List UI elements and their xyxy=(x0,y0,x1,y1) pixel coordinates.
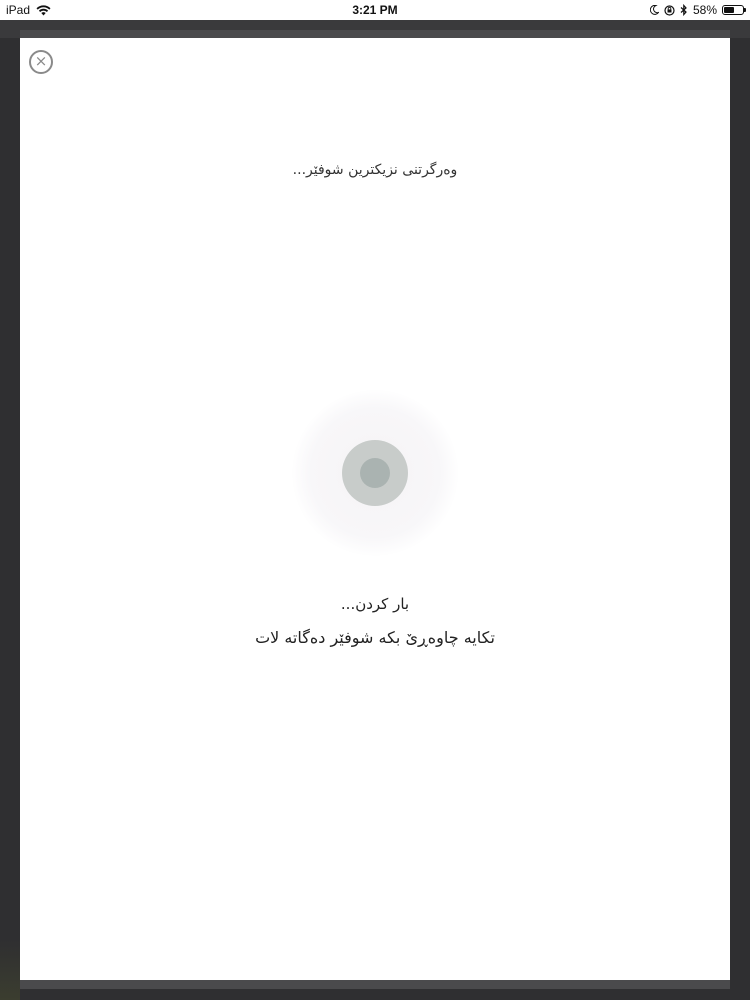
loading-text: بار کردن... xyxy=(340,595,410,613)
bluetooth-icon xyxy=(680,4,687,16)
status-bar: iPad 3:21 PM 58% xyxy=(0,0,750,20)
backdrop-top xyxy=(0,20,750,38)
battery-fill xyxy=(724,7,735,13)
loading-spinner-inner xyxy=(360,458,390,488)
battery-icon xyxy=(722,5,746,15)
close-icon: × xyxy=(34,52,48,70)
close-button[interactable]: × xyxy=(29,50,53,74)
header-text: وەرگرتنی نزیکترین شوفێر... xyxy=(292,162,458,178)
orientation-lock-icon xyxy=(664,4,675,16)
backdrop-top-strip xyxy=(20,30,730,38)
backdrop-bottom-strip xyxy=(20,980,730,989)
status-time: 3:21 PM xyxy=(352,3,398,17)
driver-search-modal: × وەرگرتنی نزیکترین شوفێر... بار کردن...… xyxy=(20,38,730,980)
status-right: 58% xyxy=(649,3,746,17)
moon-icon xyxy=(649,5,659,15)
wait-message: تکایە چاوەڕێ بکە شوفێر دەگاتە لات xyxy=(255,628,495,647)
battery-percent: 58% xyxy=(692,3,717,17)
backdrop-edge xyxy=(0,940,20,1000)
